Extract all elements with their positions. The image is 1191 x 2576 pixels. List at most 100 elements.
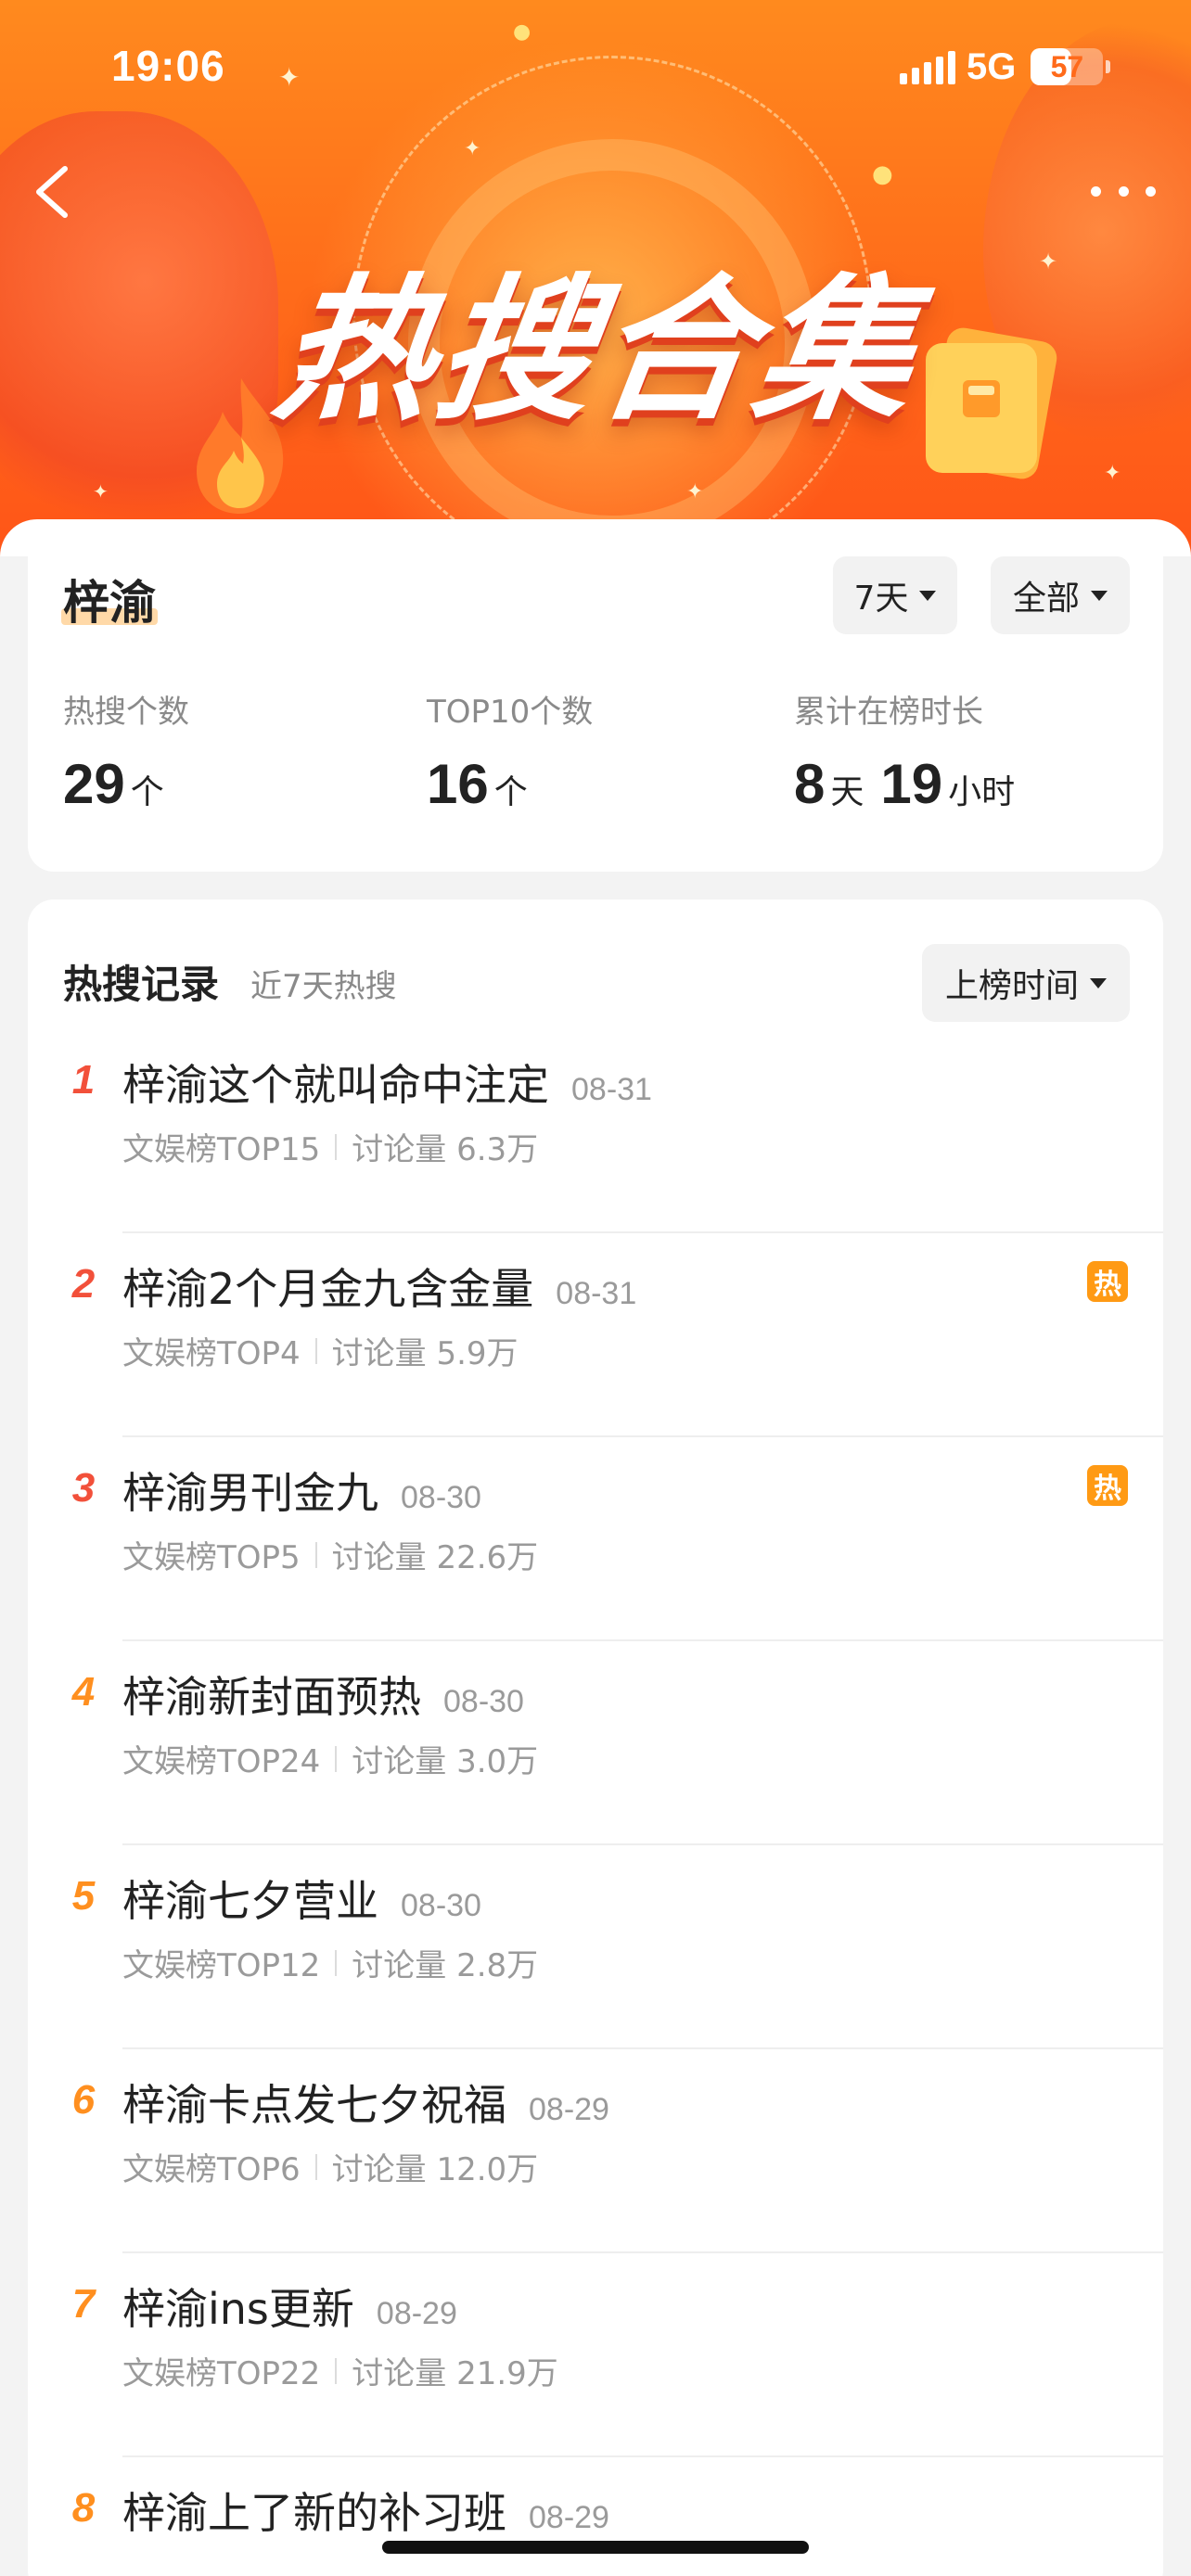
record-list-item[interactable]: 4 梓渝新封面预热 08-30 文娱榜TOP24 讨论量 3.0万 [28,1651,1163,1855]
record-date: 08-29 [529,2500,609,2535]
gift-box-icon [926,327,1057,479]
caret-down-icon [1090,977,1107,988]
sort-label: 上榜时间 [944,967,1079,1005]
meta-divider [335,2357,338,2384]
sparkle-icon: ✦ [464,137,481,160]
record-discussion-count: 讨论量 12.0万 [331,2151,539,2188]
row-divider [122,1843,1163,1845]
record-board-rank: 文娱榜TOP24 [122,1743,321,1780]
record-title: 梓渝男刊金九 [122,1468,378,1518]
record-list-item[interactable]: 6 梓渝卡点发七夕祝福 08-29 文娱榜TOP6 讨论量 12.0万 [28,2059,1163,2263]
record-discussion-count: 讨论量 3.0万 [352,1743,539,1780]
sparkle-icon: ✦ [1039,249,1058,274]
stat-unit: 个 [493,773,528,811]
sparkle-icon: ✦ [686,480,704,504]
scope-filter-dropdown[interactable]: 全部 [991,556,1130,634]
meta-divider [335,1949,338,1976]
cellular-signal-icon [900,49,955,84]
record-list-item[interactable]: 8 梓渝上了新的补习班 08-29 [28,2467,1163,2576]
network-type: 5G [967,45,1017,87]
meta-divider [314,2153,317,2180]
record-list-item[interactable]: 7 梓渝ins更新 08-29 文娱榜TOP22 讨论量 21.9万 [28,2263,1163,2467]
record-list-item[interactable]: 1 梓渝这个就叫命中注定 08-31 文娱榜TOP15 讨论量 6.3万 [28,1039,1163,1243]
record-rank: 7 [71,2281,96,2327]
sort-dropdown[interactable]: 上榜时间 [922,944,1130,1022]
record-rank: 3 [71,1465,96,1511]
stat-top10-count: TOP10个数 16 个 [427,686,593,816]
record-title-row: 梓渝卡点发七夕祝福 08-29 [122,2072,609,2133]
record-title: 梓渝上了新的补习班 [122,2488,506,2538]
scope-filter-label: 全部 [1012,580,1080,618]
row-divider [122,1231,1163,1233]
record-date: 08-31 [571,1072,652,1107]
keyword-title: 梓渝 [63,576,156,630]
stat-unit: 天 [830,773,864,811]
record-board-rank: 文娱榜TOP5 [122,1539,301,1576]
record-title: 梓渝ins更新 [122,2284,354,2334]
row-divider [122,1639,1163,1641]
record-title-row: 梓渝ins更新 08-29 [122,2276,457,2337]
record-title-row: 梓渝男刊金九 08-30 [122,1460,481,1521]
record-list-item[interactable]: 5 梓渝七夕营业 08-30 文娱榜TOP12 讨论量 2.8万 [28,1855,1163,2059]
stat-number: 8 [794,753,826,815]
record-title: 梓渝卡点发七夕祝福 [122,2080,506,2130]
record-rank: 1 [71,1057,96,1103]
record-rank: 4 [71,1669,96,1715]
record-board-rank: 文娱榜TOP4 [122,1335,301,1372]
record-title-row: 梓渝新封面预热 08-30 [122,1664,524,1725]
record-rank: 6 [71,2077,96,2123]
more-button[interactable] [1091,172,1156,210]
record-title-row: 梓渝七夕营业 08-30 [122,1868,481,1929]
stat-unit: 小时 [948,773,1016,811]
chevron-left-icon [36,166,68,218]
record-title-row: 梓渝2个月金九含金量 08-31 [122,1256,636,1317]
stat-label: 累计在榜时长 [794,694,983,731]
record-meta-row: 文娱榜TOP24 讨论量 3.0万 [122,1736,538,1781]
sparkle-icon: ✦ [1104,462,1121,485]
header-banner: ✦ ✦ ✦ ✦ ✦ ✦ ● ● 19:06 5G 57 热搜合集 [0,0,1191,556]
meta-divider [314,1337,317,1364]
record-board-rank: 文娱榜TOP15 [122,1131,321,1168]
sparkle-icon: ✦ [93,480,109,503]
record-board-rank: 文娱榜TOP6 [122,2151,301,2188]
record-date: 08-31 [556,1276,637,1311]
meta-divider [335,1745,338,1772]
records-card: 热搜记录 近7天热搜 上榜时间 1 梓渝这个就叫命中注定 08-31 文娱榜TOP15… [28,899,1163,2576]
stat-value: 8 天 19 小时 [794,752,1031,816]
days-filter-label: 7天 [853,580,909,618]
home-indicator [382,2541,809,2554]
record-discussion-count: 讨论量 22.6万 [331,1539,539,1576]
record-title: 梓渝新封面预热 [122,1672,421,1722]
row-divider [122,2251,1163,2253]
record-list-item[interactable]: 2 梓渝2个月金九含金量 08-31 文娱榜TOP4 讨论量 5.9万 热 [28,1243,1163,1447]
record-date: 08-30 [401,1888,481,1923]
status-time: 19:06 [111,42,225,90]
more-horizontal-icon [1091,185,1101,197]
more-horizontal-icon [1118,185,1129,197]
record-title-row: 梓渝上了新的补习班 08-29 [122,2480,609,2541]
row-divider [122,2455,1163,2457]
days-filter-dropdown[interactable]: 7天 [833,556,957,634]
status-indicators: 5G 57 [900,45,1111,87]
record-board-rank: 文娱榜TOP22 [122,2355,321,2392]
record-title: 梓渝2个月金九含金量 [122,1264,534,1314]
caret-down-icon [1091,590,1108,601]
record-rank: 5 [71,1873,96,1919]
stat-hot-count: 热搜个数 29 个 [63,686,189,816]
records-subtitle: 近7天热搜 [250,968,397,1005]
banner-title: 热搜合集 [265,260,929,441]
more-horizontal-icon [1146,185,1156,197]
back-button[interactable] [26,159,82,224]
stat-value: 29 个 [63,752,189,816]
hot-badge: 热 [1087,1261,1128,1302]
record-title: 梓渝这个就叫命中注定 [122,1060,549,1110]
record-list-item[interactable]: 3 梓渝男刊金九 08-30 文娱榜TOP5 讨论量 22.6万 热 [28,1447,1163,1651]
record-discussion-count: 讨论量 21.9万 [352,2355,558,2392]
stat-number: 29 [63,753,125,815]
hot-badge: 热 [1087,1465,1128,1506]
stat-label: TOP10个数 [427,694,594,731]
stat-number: 19 [880,753,943,815]
battery-level: 57 [1050,49,1084,83]
row-divider [122,2047,1163,2049]
row-divider [122,1435,1163,1437]
